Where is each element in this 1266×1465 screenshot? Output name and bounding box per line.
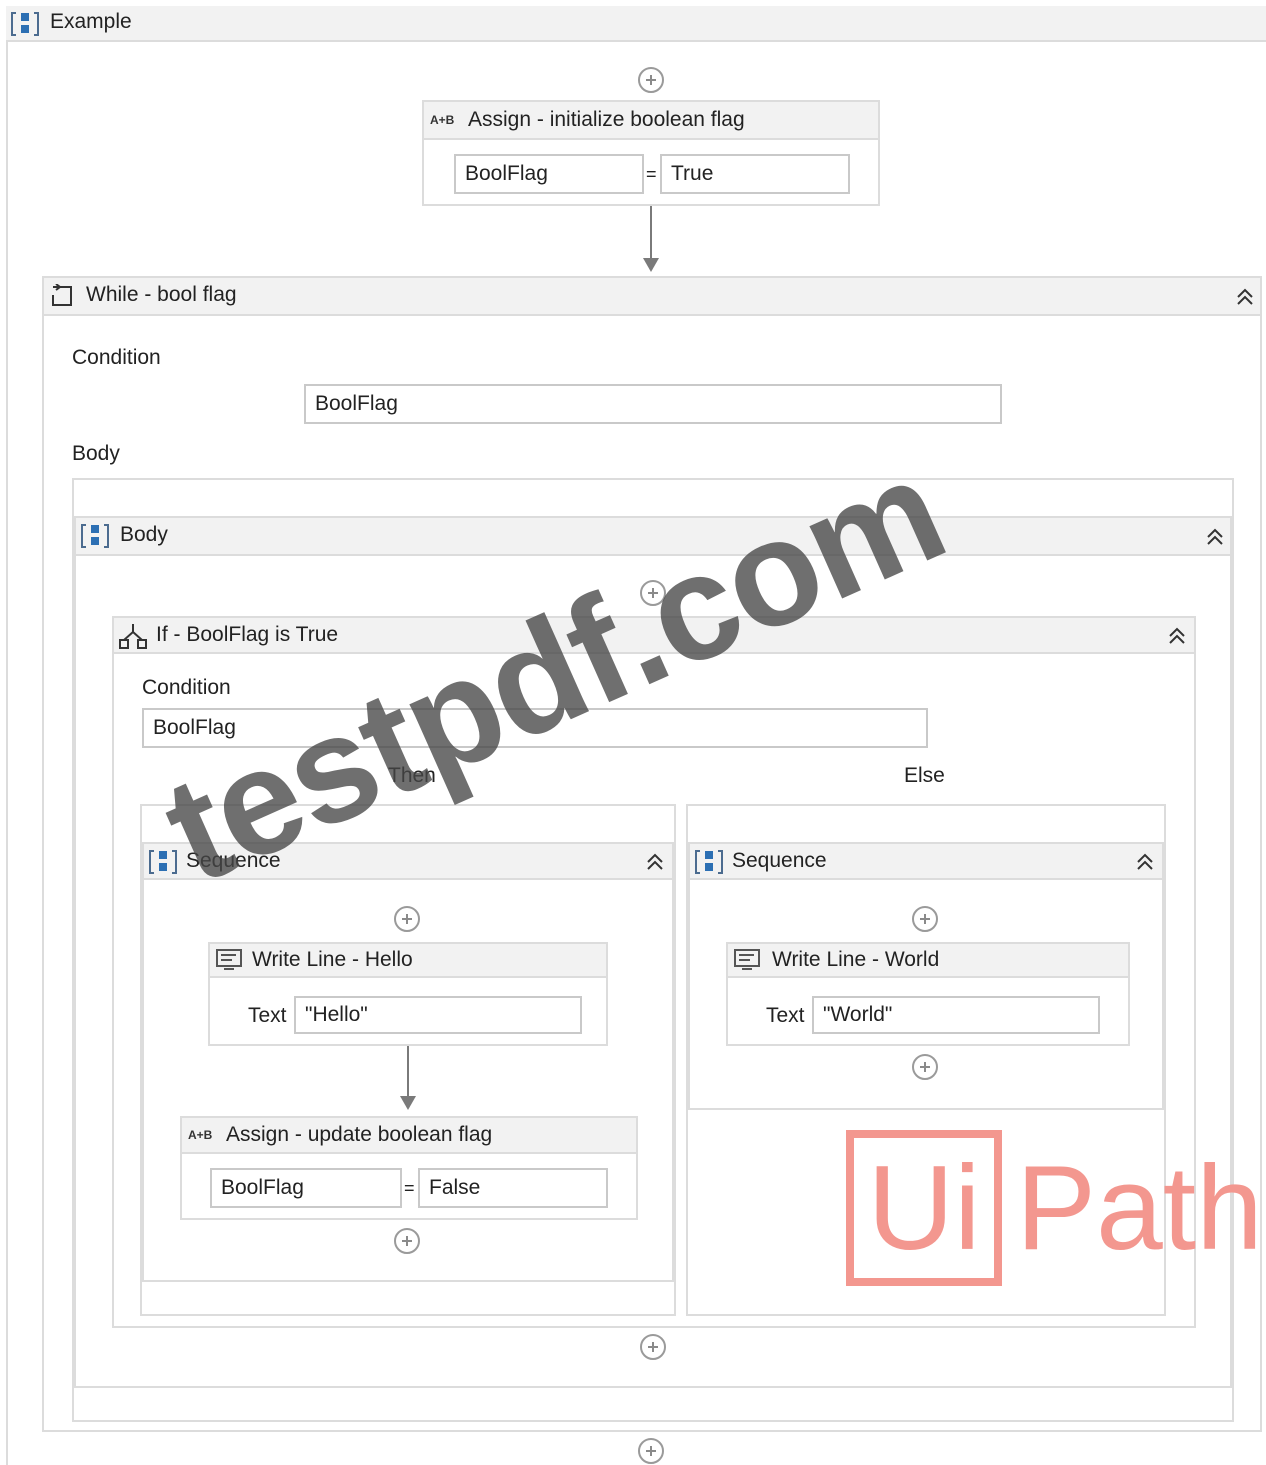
assign-initialize-header: A+B Assign - initialize boolean flag <box>424 102 878 140</box>
collapse-icon[interactable] <box>1204 527 1226 547</box>
assign-update-value-field[interactable]: False <box>418 1168 608 1208</box>
equals-sign: = <box>404 1178 415 1198</box>
add-activity-button[interactable] <box>640 580 666 606</box>
assign-initialize-title: Assign - initialize boolean flag <box>468 108 745 131</box>
then-branch-container: Sequence Write Line - Hello Text "Hello"… <box>140 804 676 1316</box>
assign-initialize-activity[interactable]: A+B Assign - initialize boolean flag Boo… <box>422 100 880 206</box>
assign-update-title: Assign - update boolean flag <box>226 1123 493 1146</box>
write-line-hello-title: Write Line - Hello <box>252 948 413 971</box>
equals-sign: = <box>646 164 657 184</box>
write-line-world-title: Write Line - World <box>772 948 940 971</box>
body-sequence-header: Body <box>76 518 1230 556</box>
write-line-world-activity[interactable]: Write Line - World Text "World" <box>726 942 1130 1046</box>
write-line-icon <box>734 949 760 970</box>
then-sequence-title: Sequence <box>186 849 281 872</box>
write-line-hello-activity[interactable]: Write Line - Hello Text "Hello" <box>208 942 608 1046</box>
while-condition-label: Condition <box>72 346 161 369</box>
assign-value-field[interactable]: True <box>660 154 850 194</box>
brand-logo-text: Path <box>1016 1141 1263 1275</box>
collapse-icon[interactable] <box>1166 626 1188 646</box>
assign-to-field[interactable]: BoolFlag <box>454 154 644 194</box>
if-condition-field[interactable]: BoolFlag <box>142 708 928 748</box>
add-activity-button[interactable] <box>912 906 938 932</box>
then-sequence[interactable]: Sequence Write Line - Hello Text "Hello"… <box>142 842 674 1282</box>
else-sequence-header: Sequence <box>690 844 1162 880</box>
assign-update-to-field[interactable]: BoolFlag <box>210 1168 402 1208</box>
while-title: While - bool flag <box>86 283 237 306</box>
sequence-icon <box>11 12 39 36</box>
write-line-world-text-field[interactable]: "World" <box>812 996 1100 1034</box>
write-line-world-header: Write Line - World <box>728 944 1128 978</box>
add-activity-button[interactable] <box>640 1334 666 1360</box>
collapse-icon[interactable] <box>1134 852 1156 872</box>
else-sequence[interactable]: Sequence Write Line - World Text "World" <box>688 842 1164 1110</box>
root-title: Example <box>50 10 132 33</box>
assign-update-activity[interactable]: A+B Assign - update boolean flag BoolFla… <box>180 1116 638 1220</box>
write-line-hello-text-field[interactable]: "Hello" <box>294 996 582 1034</box>
while-header: While - bool flag <box>44 278 1260 316</box>
root-sequence-header: Example <box>6 6 1266 42</box>
if-branch-icon <box>119 624 147 649</box>
sequence-icon <box>695 850 723 874</box>
write-line-icon <box>216 949 242 970</box>
while-body-label: Body <box>72 442 120 465</box>
else-label: Else <box>904 764 945 787</box>
add-activity-button[interactable] <box>638 1438 664 1464</box>
assign-update-header: A+B Assign - update boolean flag <box>182 1118 636 1154</box>
brand-logo: Ui Path <box>846 1130 1263 1286</box>
collapse-icon[interactable] <box>644 852 666 872</box>
connector-arrow <box>400 1096 416 1110</box>
else-sequence-title: Sequence <box>732 849 827 872</box>
add-activity-button[interactable] <box>638 67 664 93</box>
text-label: Text <box>766 1004 805 1027</box>
assign-icon: A+B <box>188 1128 213 1142</box>
assign-icon: A+B <box>430 113 455 127</box>
connector-arrow <box>643 258 659 272</box>
add-activity-button[interactable] <box>394 1228 420 1254</box>
connector-line <box>650 206 652 260</box>
brand-logo-box: Ui <box>846 1130 1002 1286</box>
write-line-hello-header: Write Line - Hello <box>210 944 606 978</box>
if-title: If - BoolFlag is True <box>156 623 339 646</box>
add-activity-button[interactable] <box>912 1054 938 1080</box>
connector-line <box>407 1046 409 1098</box>
then-label: Then <box>388 764 436 787</box>
sequence-icon <box>149 850 177 874</box>
collapse-icon[interactable] <box>1234 287 1256 307</box>
add-activity-button[interactable] <box>394 906 420 932</box>
root-sequence-left-border <box>6 42 8 1465</box>
text-label: Text <box>248 1004 287 1027</box>
if-header: If - BoolFlag is True <box>114 618 1194 654</box>
if-condition-label: Condition <box>142 676 231 699</box>
while-condition-field[interactable]: BoolFlag <box>304 384 1002 424</box>
body-sequence-title: Body <box>120 523 168 546</box>
then-sequence-header: Sequence <box>144 844 672 880</box>
while-loop-icon <box>52 284 72 306</box>
sequence-icon <box>81 524 109 548</box>
